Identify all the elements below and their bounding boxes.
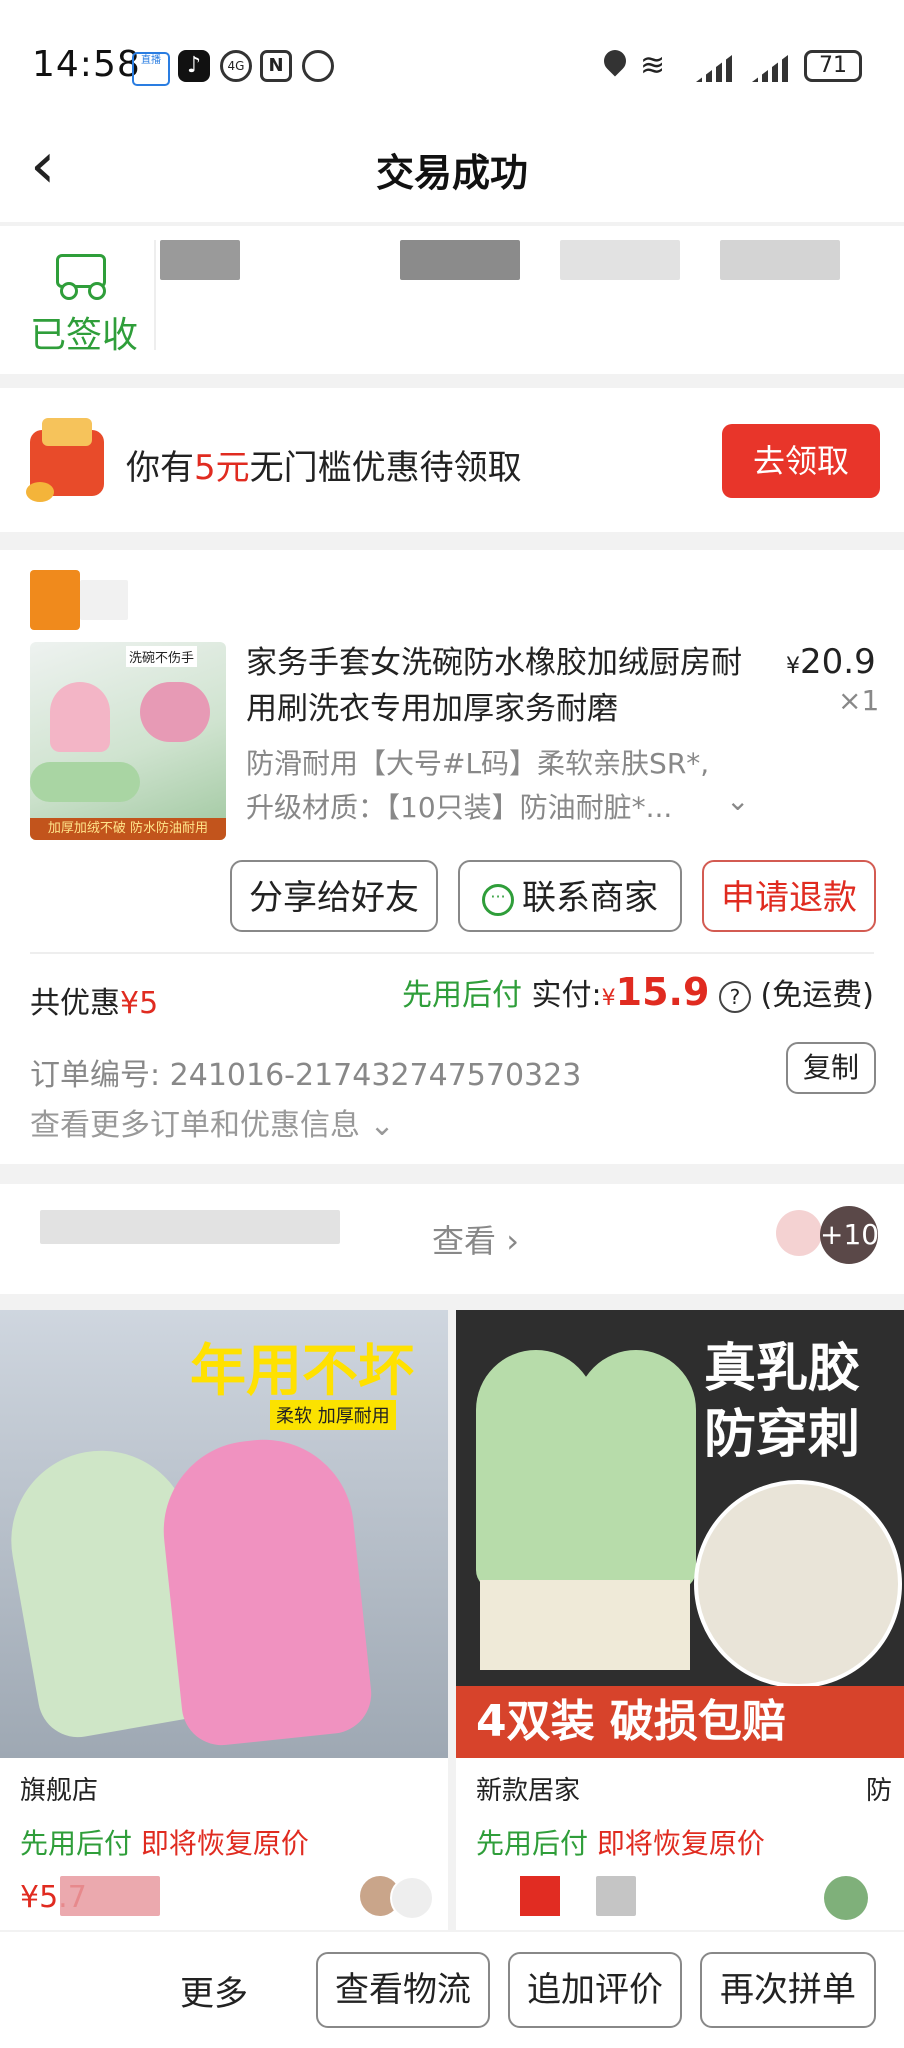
page-title: 交易成功 [375,151,528,195]
product-spec-line1: 防滑耐用【大号#L码】柔软亲肤SR*, [246,747,710,780]
thumb-banner-bottom: 加厚加绒不破 防水防油耐用 [30,818,226,840]
image-headline: 真乳胶 [704,1339,861,1399]
divider [30,952,874,954]
image-subtitle: 柔软 加厚耐用 [270,1400,396,1430]
coin-icon [26,482,54,502]
image-headline: 年用不坏 [190,1339,414,1404]
more-order-info-link[interactable]: 查看更多订单和优惠信息 ⌄ [30,1100,395,1144]
tiktok-icon: ♪ [178,50,210,82]
chat-icon: ··· [482,883,514,916]
redacted-block [720,240,840,280]
view-logistics-button[interactable]: 查看物流 [316,1952,490,2028]
product-card-name: 旗舰店 [20,1776,99,1806]
thumb-glove [140,682,210,742]
battery-icon: 71 [804,50,862,82]
wifi-icon: ≋ [640,48,666,83]
redacted-block [40,1210,340,1244]
status-time: 14:58 [32,44,141,85]
thumb-glove [30,762,140,802]
contact-seller-button[interactable]: ··· 联系商家 [458,860,682,932]
product-card[interactable]: 年用不坏 柔软 加厚耐用 旗舰店 先用后付 即将恢复原价 ¥5.7 [0,1310,448,1930]
divider [154,240,156,350]
product-card-name: 新款居家 [476,1776,581,1806]
product-card-name-tail: 防 [866,1776,893,1806]
hd-icon: 4G [220,50,252,82]
shop-logo[interactable] [30,570,80,630]
product-card-promo: 先用后付 即将恢复原价 [20,1827,309,1860]
product-price: ¥20.9 [786,642,876,682]
product-image: 真乳胶 防穿刺 4双装 破损包赔 [456,1310,904,1758]
product-title[interactable]: 家务手套女洗碗防水橡胶加绒厨房耐用刷洗衣专用加厚家务耐磨 [246,640,766,732]
truck-wheel-icon [88,282,106,300]
help-icon[interactable]: ? [718,980,751,1013]
truck-wheel-icon [60,282,78,300]
redacted-block [520,1876,560,1916]
product-card[interactable]: 真乳胶 防穿刺 4双装 破损包赔 新款居家 防 先用后付 即将恢复原价 [456,1310,904,1930]
product-thumbnail[interactable]: 洗碗不伤手 加厚加绒不破 防水防油耐用 [30,642,226,840]
avatar [390,1876,434,1920]
redacted-block [160,240,240,280]
image-bottom-banner: 4双装 破损包赔 [456,1686,904,1758]
product-card-promo: 先用后付 即将恢复原价 [476,1827,765,1860]
avatar[interactable] [776,1210,822,1256]
thumb-banner-top: 洗碗不伤手 [126,646,198,667]
share-button[interactable]: 分享给好友 [230,860,438,932]
redacted-block [60,1876,160,1916]
avatar-count-badge[interactable]: +10 [820,1206,879,1264]
refund-button[interactable]: 申请退款 [702,860,876,932]
product-image: 年用不坏 柔软 加厚耐用 [0,1310,448,1758]
paid-summary: 先用后付 实付:¥15.9 ? (免运费) [402,970,874,1014]
detail-circle [694,1480,902,1688]
redacted-block [596,1876,636,1916]
add-review-button[interactable]: 追加评价 [508,1952,682,2028]
alarm-icon [302,50,334,82]
chevron-down-icon: ⌄ [369,1108,395,1143]
coupon-paper-icon [42,418,92,446]
chevron-down-icon[interactable]: ⌄ [726,784,749,817]
redacted-block [400,240,520,280]
product-qty: ×1 [838,684,880,717]
buy-again-button[interactable]: 再次拼单 [700,1952,876,2028]
redacted-block [560,240,680,280]
live-badge-icon: 直播 [132,52,170,86]
glove-pink [154,1430,376,1750]
delivery-status: 已签收 [30,315,139,356]
product-spec-line2[interactable]: 升级材质：【10只装】防油耐脏*... [246,786,672,826]
avatar [824,1876,868,1920]
nfc-icon: N [260,50,292,82]
more-button[interactable]: 更多 [180,1966,248,2015]
claim-coupon-button[interactable]: 去领取 [722,424,880,498]
order-number: 订单编号: 241016-217432747570323 [30,1058,582,1093]
glove-cuff [480,1580,690,1670]
thumb-glove [50,682,110,752]
see-link[interactable]: 查看 › [432,1216,519,1262]
copy-button[interactable]: 复制 [786,1042,876,1094]
coupon-text: 你有5元无门槛优惠待领取 [126,448,522,488]
image-subtitle: 防穿刺 [704,1405,861,1465]
discount-summary: 共优惠¥5 [30,986,159,1021]
glove-green [576,1350,696,1590]
redacted-block [80,580,128,620]
